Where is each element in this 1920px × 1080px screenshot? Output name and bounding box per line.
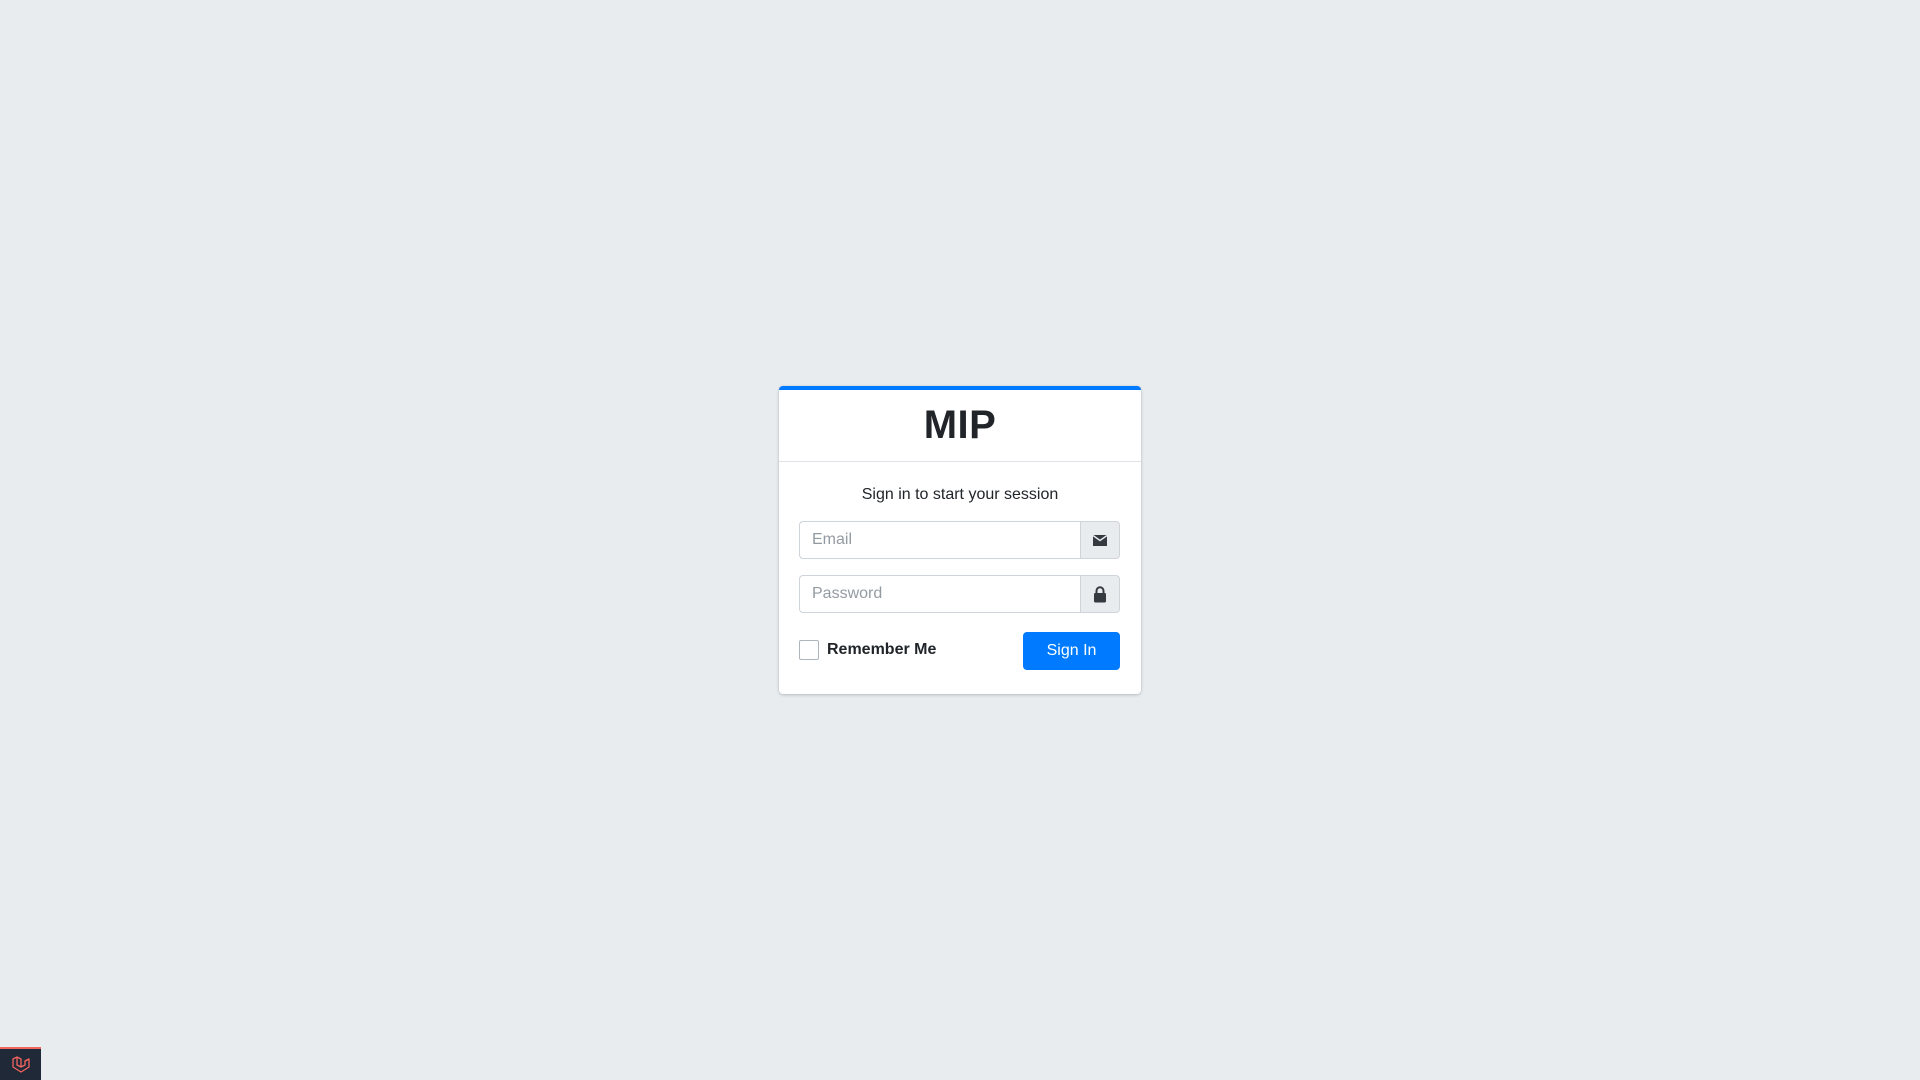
password-input-group (799, 575, 1120, 613)
card-header: MIP (779, 390, 1141, 462)
envelope-icon (1092, 534, 1108, 546)
login-card: MIP Sign in to start your session Email … (779, 386, 1141, 694)
lock-icon (1094, 585, 1106, 602)
remember-label[interactable]: Remember Me (827, 641, 936, 659)
sign-in-button[interactable]: Sign In (1023, 632, 1120, 670)
brand-title[interactable]: MIP (924, 403, 997, 448)
remember-me[interactable]: Remember Me (799, 640, 936, 660)
login-message: Sign in to start your session (861, 486, 1059, 503)
email-field[interactable] (799, 521, 1080, 559)
remember-checkbox[interactable] (799, 640, 819, 660)
email-input-group (799, 521, 1120, 559)
debugbar-toggle[interactable] (0, 1047, 41, 1080)
email-addon (1080, 521, 1120, 559)
login-form: Sign in to start your session Email Reme… (779, 462, 1141, 670)
password-addon (1080, 575, 1120, 613)
laravel-logo-icon (11, 1055, 30, 1073)
actions-row: Remember Me Sign In (799, 630, 1120, 670)
password-field[interactable] (799, 575, 1080, 613)
